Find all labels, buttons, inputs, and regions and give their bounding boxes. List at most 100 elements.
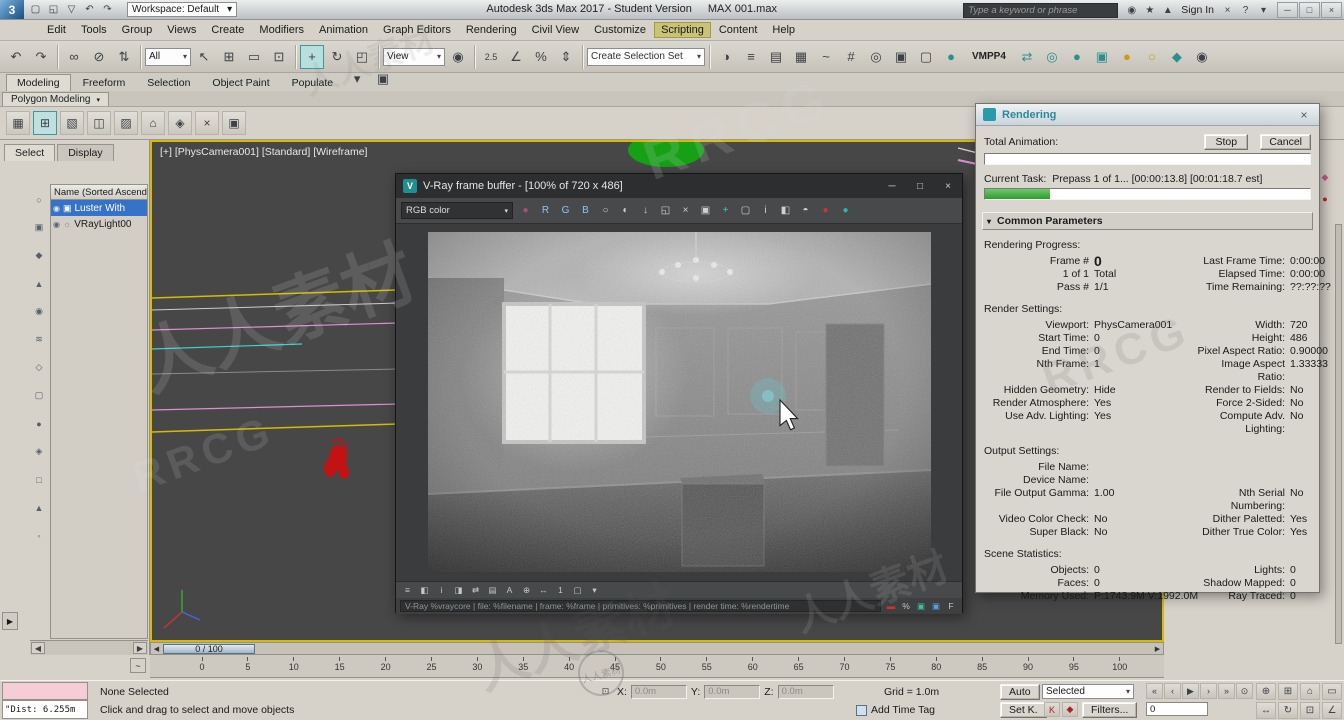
stop-render-icon[interactable]: ●	[816, 201, 835, 220]
clear-image-icon[interactable]: ×	[676, 201, 695, 220]
select-by-name-icon[interactable]: ⊞	[217, 45, 241, 69]
vfb-alpha-view-icon[interactable]: ◧	[417, 583, 432, 597]
filter-geometry-icon[interactable]: ○	[32, 192, 47, 207]
stamp-text-field[interactable]: V-Ray %vraycore | file: %filename | fram…	[400, 600, 881, 612]
vfb-color-swatch-icon[interactable]: ●	[516, 201, 535, 220]
maxscript-mini-listener-white[interactable]: "Dist: 6.255m	[2, 700, 88, 719]
common-parameters-rollout[interactable]: ▾ Common Parameters	[982, 212, 1313, 230]
autodesk-exchange-icon[interactable]: ×	[1219, 2, 1236, 18]
play-button[interactable]: ▶	[1182, 683, 1199, 699]
polygon-modeling-tool-icon[interactable]: ▧	[60, 111, 84, 135]
stop-button[interactable]: Stop	[1204, 134, 1249, 150]
search-input[interactable]	[963, 2, 1119, 18]
compare-vertical-icon[interactable]: ◓	[796, 201, 815, 220]
close-button[interactable]: ×	[1321, 2, 1342, 18]
go-to-end-button[interactable]: »	[1218, 683, 1235, 699]
unlink-selection-icon[interactable]: ⊘	[87, 45, 111, 69]
menu-create[interactable]: Create	[204, 22, 251, 38]
undo-quick-icon[interactable]: ↶	[81, 2, 98, 18]
vfb-history-icon[interactable]: ▤	[485, 583, 500, 597]
vfb-compare-icon[interactable]: ◨	[451, 583, 466, 597]
workspace-menu-icon[interactable]: ▾	[1255, 2, 1272, 18]
menu-group[interactable]: Group	[115, 22, 160, 38]
stamp-green-icon[interactable]: ▣	[914, 600, 928, 613]
list-item[interactable]: ◉ ▣ Luster With	[51, 200, 147, 216]
render-gallery-icon[interactable]: ◎	[1040, 45, 1064, 69]
y-coord-field[interactable]: 0.0m	[704, 684, 761, 699]
viewport-layout-flyout-button[interactable]: ▶	[2, 612, 18, 630]
x-coord-field[interactable]: 0.0m	[630, 684, 687, 699]
vfb-zoom-icon[interactable]: ⊕	[519, 583, 534, 597]
polygon-modeling-tool-icon[interactable]: ▦	[6, 111, 30, 135]
pan-icon[interactable]: ↔	[1256, 702, 1276, 719]
scroll-left-icon[interactable]: ◀	[31, 642, 45, 654]
vfb-minimize-button[interactable]: ─	[885, 179, 899, 193]
save-file-icon[interactable]: ▽	[63, 2, 80, 18]
duplicate-to-host-icon[interactable]: ▣	[696, 201, 715, 220]
spinner-snap-icon[interactable]: ⇕	[554, 45, 578, 69]
workspace-dropdown[interactable]: Workspace: Default ▾	[127, 2, 238, 17]
blue-channel-button[interactable]: B	[576, 201, 595, 220]
select-and-link-icon[interactable]: ∞	[62, 45, 86, 69]
transform-type-in-lock-icon[interactable]: ⊡	[598, 684, 613, 699]
render-teapot-icon[interactable]: ●	[1115, 45, 1139, 69]
schematic-view-icon[interactable]: #	[839, 45, 863, 69]
time-forward-icon[interactable]: ▶	[1152, 643, 1163, 654]
filter-groups-icon[interactable]: ◇	[32, 360, 47, 375]
key-selection-dropdown[interactable]: Selected ▾	[1042, 684, 1134, 699]
minimize-button[interactable]: ─	[1277, 2, 1298, 18]
bind-to-space-warp-icon[interactable]: ⇅	[112, 45, 136, 69]
selection-region-icon[interactable]: ▭	[242, 45, 266, 69]
load-image-icon[interactable]: ◱	[656, 201, 675, 220]
filter-spacewarps-icon[interactable]: ≋	[32, 332, 47, 347]
orbit-icon[interactable]: ↻	[1278, 702, 1298, 719]
ribbon-overflow-icon[interactable]: ▾	[345, 67, 369, 91]
stamp-edit-icon[interactable]: ▬	[884, 600, 898, 613]
cloud-render-icon[interactable]: ●	[1065, 45, 1089, 69]
stamp-font-icon[interactable]: F	[944, 600, 958, 613]
red-channel-button[interactable]: R	[536, 201, 555, 220]
polygon-modeling-tool-icon[interactable]: ▣	[222, 111, 246, 135]
material-library-icon[interactable]: ◆	[1165, 45, 1189, 69]
menu-civil-view[interactable]: Civil View	[525, 22, 586, 38]
render-production-icon[interactable]: ●	[939, 45, 963, 69]
filter-xrefs-icon[interactable]: ▢	[32, 388, 47, 403]
layer-manager-icon[interactable]: ▤	[764, 45, 788, 69]
polygon-modeling-tool-icon[interactable]: ◈	[168, 111, 192, 135]
lightbulb-icon[interactable]: ○	[1140, 45, 1164, 69]
rendered-frame-window-icon[interactable]: ▢	[914, 45, 938, 69]
monochrome-button[interactable]: ◐	[616, 201, 635, 220]
menu-modifiers[interactable]: Modifiers	[252, 22, 311, 38]
vfb-pan-icon[interactable]: ↔	[536, 583, 551, 597]
filter-bones-icon[interactable]: ●	[32, 416, 47, 431]
help-icon[interactable]: ?	[1237, 2, 1254, 18]
tab-populate[interactable]: Populate	[282, 75, 343, 91]
redo-icon[interactable]: ↷	[29, 45, 53, 69]
polygon-modeling-tool-icon[interactable]: ◫	[87, 111, 111, 135]
vfb-channel-dropdown[interactable]: RGB color ▾	[401, 202, 513, 219]
zoom-extents-icon[interactable]: ⌂	[1300, 683, 1320, 700]
align-icon[interactable]: ≡	[739, 45, 763, 69]
menu-content[interactable]: Content	[712, 22, 765, 38]
auto-key-button[interactable]: Auto	[1000, 684, 1040, 700]
stamp-blue-icon[interactable]: ▣	[929, 600, 943, 613]
menu-help[interactable]: Help	[765, 22, 802, 38]
redo-quick-icon[interactable]: ↷	[99, 2, 116, 18]
percent-snap-icon[interactable]: %	[529, 45, 553, 69]
dialog-title-bar[interactable]: Rendering ×	[976, 104, 1319, 126]
green-channel-button[interactable]: G	[556, 201, 575, 220]
menu-graph-editors[interactable]: Graph Editors	[376, 22, 458, 38]
polygon-modeling-tool-icon[interactable]: ⌂	[141, 111, 165, 135]
menu-tools[interactable]: Tools	[74, 22, 114, 38]
scene-explorer-list[interactable]: Name (Sorted Ascendi ◉ ▣ Luster With ◉ ☼ VRay…	[50, 184, 148, 639]
vfb-swap-icon[interactable]: ⇄	[468, 583, 483, 597]
next-frame-button[interactable]: ›	[1200, 683, 1217, 699]
stamp-percent-icon[interactable]: %	[899, 600, 913, 613]
render-last-icon[interactable]: ●	[836, 201, 855, 220]
polygon-modeling-tool-icon[interactable]: ▨	[114, 111, 138, 135]
explorer-column-header[interactable]: Name (Sorted Ascendi	[51, 185, 147, 200]
grab-viewport-icon[interactable]: ▣	[1090, 45, 1114, 69]
go-to-start-button[interactable]: «	[1146, 683, 1163, 699]
vfb-menu-icon[interactable]: ▾	[587, 583, 602, 597]
vray-frame-buffer-window[interactable]: V V-Ray frame buffer - [100% of 720 x 48…	[395, 173, 963, 614]
